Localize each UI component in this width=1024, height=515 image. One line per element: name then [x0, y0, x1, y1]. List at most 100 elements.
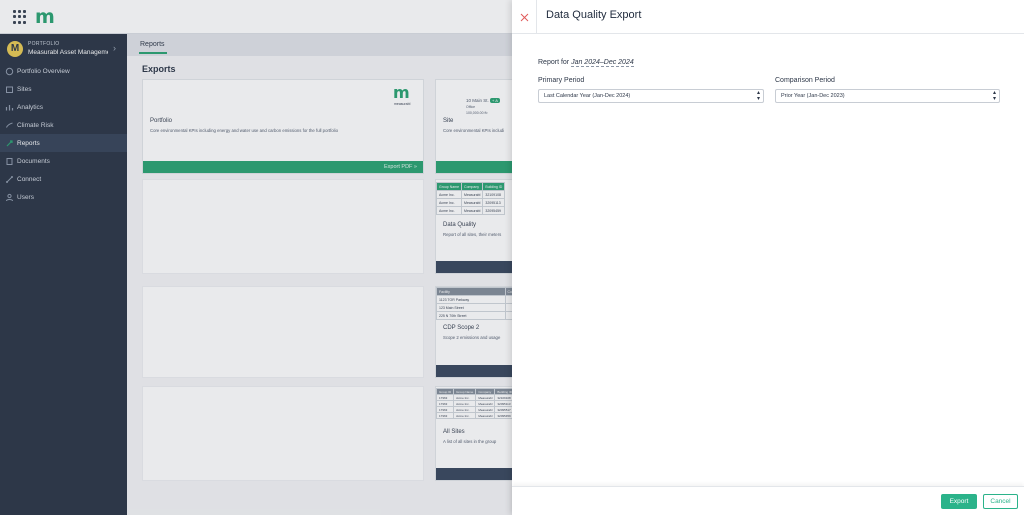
select-arrows-icon: ▴ ▾	[756, 90, 760, 102]
export-bar[interactable]	[436, 468, 524, 480]
table-row: Acme Inc. Measurabl 32095459	[435, 206, 506, 215]
card-description: Report of all sites, their meters	[443, 232, 502, 237]
cancel-button[interactable]: Cancel	[983, 494, 1018, 509]
app: m M PORTFOLIO Measurabl Asset Manageme ›…	[0, 0, 1024, 515]
card-title: All Sites	[443, 429, 465, 435]
chevron-right-icon: ›	[113, 43, 116, 53]
table-cell: Acme Inc.	[453, 412, 477, 419]
table-cell: 32095459	[482, 206, 506, 215]
table-row: 17963 Acme Inc. Measurabl 32095459	[435, 412, 515, 419]
primary-period-select[interactable]: Last Calendar Year (Jan-Dec 2024) ▴ ▾	[538, 89, 764, 103]
empty-card	[142, 286, 424, 378]
sidebar-nav: Portfolio Overview Sites Analytics Clima…	[0, 62, 127, 206]
comparison-period-value: Prior Year (Jan-Dec 2023)	[781, 93, 845, 99]
table-cell: 123 Main Street	[436, 303, 506, 312]
primary-period-label: Primary Period	[538, 77, 585, 84]
export-drawer: Data Quality Export Report for Jan 2024–…	[512, 0, 1024, 515]
site-area: 100,000.00 ft²	[466, 111, 488, 115]
tab-underline	[139, 52, 167, 54]
site-badge: + A	[490, 98, 500, 103]
empty-card	[142, 386, 424, 481]
table-row: 225 N 70th Street	[436, 311, 525, 320]
primary-period-value: Last Calendar Year (Jan-Dec 2024)	[544, 93, 631, 99]
sidebar-item-label: Reports	[17, 139, 40, 147]
drawer-footer: Export Cancel	[512, 486, 1024, 515]
table-cell: Measurabl	[461, 198, 484, 207]
export-button[interactable]: Export	[941, 494, 977, 509]
documents-icon	[5, 157, 14, 166]
sidebar-item-documents[interactable]: Documents	[0, 152, 127, 170]
comparison-period-select[interactable]: Prior Year (Jan-Dec 2023) ▴ ▾	[775, 89, 1000, 103]
table-cell: 32109108	[482, 190, 506, 199]
table-row: Acme Inc. Measurabl 32109108	[435, 190, 506, 199]
sidebar-item-climate-risk[interactable]: Climate Risk	[0, 116, 127, 134]
card-description: A list of all sites in the group	[443, 439, 497, 444]
preview-table: Group ID Group Name Company Building ID …	[435, 388, 515, 419]
table-cell: 32095113	[482, 198, 506, 207]
site-type: Office	[466, 105, 476, 109]
analytics-icon	[5, 103, 14, 112]
card-title: Site	[443, 118, 454, 124]
table-cell: Acme Inc.	[435, 198, 463, 207]
measurabl-card-logo: m	[393, 83, 410, 102]
sidebar: M PORTFOLIO Measurabl Asset Manageme › P…	[0, 34, 127, 515]
tab-bar: Reports	[127, 34, 512, 56]
reports-icon	[5, 139, 14, 148]
app-grid-icon[interactable]	[13, 10, 27, 24]
close-icon	[520, 13, 528, 21]
comparison-period-label: Comparison Period	[775, 77, 835, 84]
users-icon	[5, 193, 14, 202]
sidebar-item-reports[interactable]: Reports	[0, 134, 127, 152]
table-row: Acme Inc. Measurabl 32095113	[435, 198, 506, 207]
report-for-range: Jan 2024–Dec 2024	[571, 59, 634, 67]
sidebar-item-label: Analytics	[17, 103, 44, 111]
portfolio-name: Measurabl Asset Manageme	[28, 49, 108, 56]
export-bar[interactable]	[436, 261, 524, 273]
card-description: Core environmental KPIs including energy…	[150, 128, 338, 133]
sidebar-item-connect[interactable]: Connect	[0, 170, 127, 188]
avatar: M	[7, 41, 23, 57]
measurabl-card-logo-sub: measurabl	[394, 102, 411, 106]
card-title: Data Quality	[443, 222, 477, 228]
card-description: Scope 2 emissions and usage	[443, 335, 501, 340]
climate-icon	[5, 121, 14, 130]
table-header-row: Facility Co	[436, 287, 525, 296]
card-description: Core environmental KPIs includi	[443, 128, 505, 133]
overview-icon	[5, 67, 14, 76]
sidebar-item-label: Users	[17, 193, 34, 201]
tab-reports[interactable]: Reports	[140, 41, 165, 48]
table-cell: Acme Inc.	[435, 206, 463, 215]
main-content: Reports Exports m measurabl Portfolio Co…	[127, 34, 525, 515]
report-for-label: Report for	[538, 59, 570, 66]
sidebar-item-label: Connect	[17, 175, 42, 183]
table-cell: 1123 TOR Parkway	[436, 295, 506, 304]
export-pdf-bar[interactable]: Export PDF »	[143, 161, 423, 173]
sidebar-item-label: Documents	[17, 157, 50, 165]
sites-icon	[5, 85, 14, 94]
preview-table: Group Name Company Building ID Acme Inc.…	[435, 182, 506, 215]
table-header: Facility	[436, 287, 506, 296]
table-row: 1123 TOR Parkway	[436, 295, 525, 304]
table-cell: Measurabl	[461, 206, 484, 215]
site-address: 10 Main St.	[466, 98, 489, 103]
table-cell: 225 N 70th Street	[436, 311, 506, 320]
close-button[interactable]	[512, 0, 537, 34]
table-header: Company	[461, 182, 484, 191]
export-bar[interactable]	[436, 161, 524, 173]
table-cell: Measurabl	[475, 412, 496, 419]
sidebar-item-label: Portfolio Overview	[17, 67, 70, 75]
sidebar-item-sites[interactable]: Sites	[0, 80, 127, 98]
sidebar-item-portfolio-overview[interactable]: Portfolio Overview	[0, 62, 127, 80]
measurabl-logo[interactable]: m	[35, 6, 55, 28]
portfolio-switcher[interactable]: M PORTFOLIO Measurabl Asset Manageme ›	[0, 36, 127, 62]
page-title: Exports	[142, 64, 176, 74]
table-header: Group Name	[435, 182, 463, 191]
export-bar[interactable]	[436, 365, 524, 377]
preview-table: Facility Co 1123 TOR Parkway 123 Main St…	[436, 287, 525, 320]
drawer-title: Data Quality Export	[546, 9, 642, 21]
sidebar-item-analytics[interactable]: Analytics	[0, 98, 127, 116]
sidebar-item-users[interactable]: Users	[0, 188, 127, 206]
card-title: CDP Scope 2	[443, 325, 480, 331]
table-cell: 17963	[435, 412, 455, 419]
export-pdf-button[interactable]: Export PDF »	[384, 164, 417, 170]
